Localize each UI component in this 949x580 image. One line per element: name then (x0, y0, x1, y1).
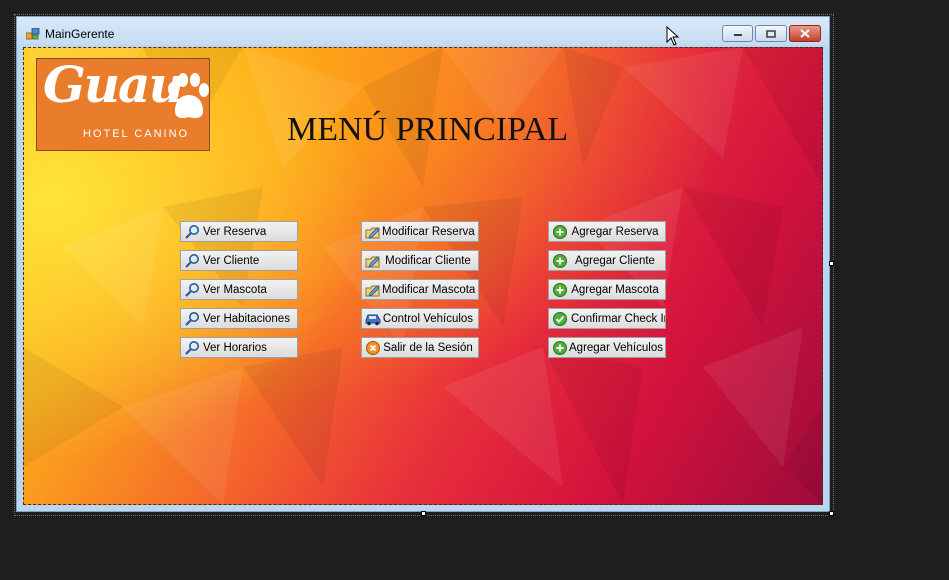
button-label: Agregar Cliente (575, 254, 655, 267)
button-label: Ver Reserva (203, 225, 267, 238)
ver-reserva-button[interactable]: Ver Reserva (180, 221, 298, 242)
window-title: MainGerente (45, 27, 115, 41)
resize-grip-bottom[interactable] (421, 511, 426, 516)
green-plus-icon (551, 282, 569, 298)
magnifier-icon (183, 340, 201, 356)
resize-grip-right[interactable] (829, 261, 834, 266)
resize-grip-corner[interactable] (829, 511, 834, 516)
ver-habitaciones-button[interactable]: Ver Habitaciones (180, 308, 298, 329)
exit-icon (364, 340, 382, 356)
main-window: MainGerente Guau HOTEL CANINO MENÚ PRINC… (16, 16, 830, 512)
form-client-area: Guau HOTEL CANINO MENÚ PRINCIPAL Ver Res… (23, 47, 823, 505)
agregar-cliente-button[interactable]: Agregar Cliente (548, 250, 666, 271)
page-title: MENÚ PRINCIPAL (287, 111, 569, 148)
magnifier-icon (183, 311, 201, 327)
confirmar-checkin-button[interactable]: Confirmar Check In (548, 308, 666, 329)
button-label: Agregar Vehículos (569, 341, 663, 354)
magnifier-icon (183, 224, 201, 240)
car-icon (364, 311, 382, 327)
close-icon (800, 29, 810, 38)
app-icon (26, 28, 40, 40)
maximize-icon (766, 29, 776, 38)
button-label: Agregar Reserva (571, 225, 659, 238)
agregar-reserva-button[interactable]: Agregar Reserva (548, 221, 666, 242)
ver-mascota-button[interactable]: Ver Mascota (180, 279, 298, 300)
edit-folder-icon (364, 282, 382, 298)
ver-cliente-button[interactable]: Ver Cliente (180, 250, 298, 271)
title-bar[interactable]: MainGerente (17, 17, 829, 45)
agregar-vehiculos-button[interactable]: Agregar Vehículos (548, 337, 666, 358)
logo-script-text: Guau (43, 55, 185, 114)
modificar-cliente-button[interactable]: Modificar Cliente (361, 250, 479, 271)
button-label: Modificar Cliente (385, 254, 471, 267)
modificar-mascota-button[interactable]: Modificar Mascota (361, 279, 479, 300)
green-plus-icon (551, 224, 569, 240)
minimize-icon (733, 33, 742, 36)
button-label: Ver Habitaciones (203, 312, 290, 325)
button-label: Modificar Reserva (382, 225, 475, 238)
minimize-button[interactable] (722, 25, 753, 42)
button-label: Ver Mascota (203, 283, 267, 296)
close-button[interactable] (789, 25, 821, 42)
button-label: Modificar Mascota (382, 283, 476, 296)
salir-sesion-button[interactable]: Salir de la Sesión (361, 337, 479, 358)
modificar-reserva-button[interactable]: Modificar Reserva (361, 221, 479, 242)
button-label: Control Vehículos (382, 312, 474, 325)
button-label: Salir de la Sesión (383, 341, 473, 354)
agregar-mascota-button[interactable]: Agregar Mascota (548, 279, 666, 300)
control-vehiculos-button[interactable]: Control Vehículos (361, 308, 479, 329)
paw-icon (168, 73, 209, 119)
maximize-button[interactable] (755, 25, 787, 42)
mouse-cursor-icon (666, 26, 680, 46)
button-label: Ver Cliente (203, 254, 260, 267)
button-label: Agregar Mascota (571, 283, 659, 296)
magnifier-icon (183, 253, 201, 269)
green-check-icon (551, 311, 569, 327)
logo-subtitle: HOTEL CANINO (83, 128, 190, 140)
button-label: Confirmar Check In (571, 312, 666, 325)
hotel-logo: Guau HOTEL CANINO (36, 55, 210, 151)
button-label: Ver Horarios (203, 341, 267, 354)
magnifier-icon (183, 282, 201, 298)
green-plus-icon (551, 253, 569, 269)
edit-folder-icon (364, 224, 382, 240)
edit-folder-icon (364, 253, 382, 269)
green-plus-icon (551, 340, 569, 356)
ver-horarios-button[interactable]: Ver Horarios (180, 337, 298, 358)
